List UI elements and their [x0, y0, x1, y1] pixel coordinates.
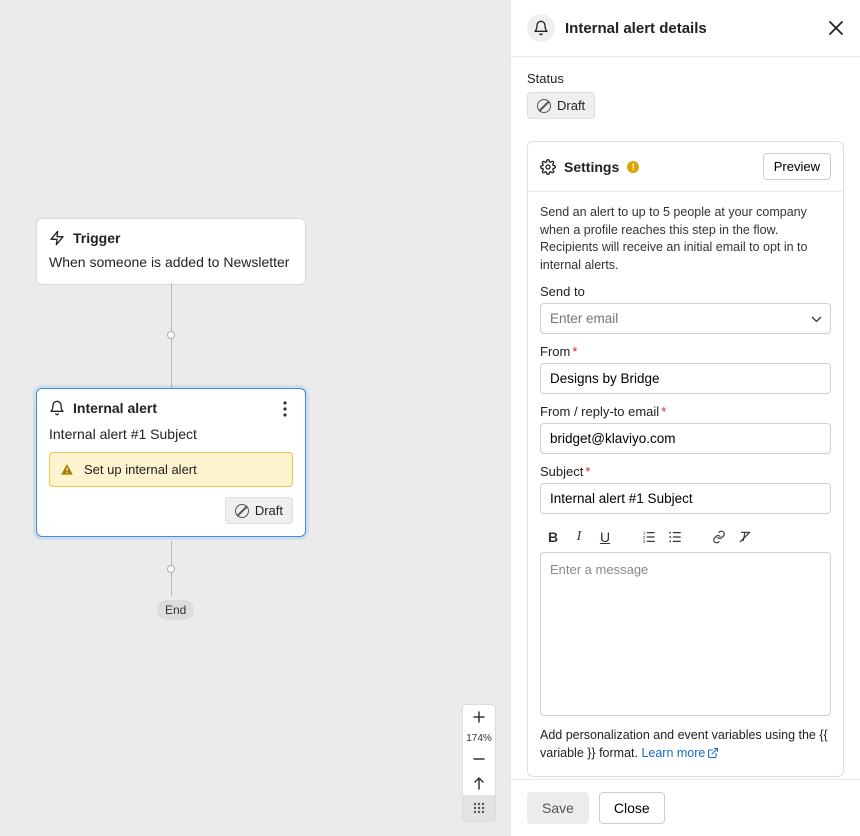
reply-to-input[interactable] [540, 423, 831, 454]
panel-header: Internal alert details [511, 0, 860, 57]
close-button[interactable]: Close [599, 792, 665, 824]
send-to-input[interactable] [540, 303, 831, 334]
settings-header: Settings Preview [528, 142, 843, 192]
editor-toolbar: B I U 123 [540, 522, 831, 552]
external-link-icon [707, 747, 719, 759]
panel-footer: Save Close [511, 779, 860, 836]
send-to-label: Send to [540, 284, 831, 299]
ordered-list-icon[interactable]: 123 [638, 526, 660, 548]
setup-alert-banner[interactable]: Set up internal alert [49, 452, 293, 487]
zoom-in-button[interactable] [463, 705, 495, 729]
internal-alert-card[interactable]: Internal alert Internal alert #1 Subject… [36, 388, 306, 537]
end-node: End [157, 600, 194, 620]
status-badge: Draft [527, 92, 595, 119]
italic-icon[interactable]: I [568, 526, 590, 548]
status-label: Status [527, 71, 844, 86]
details-panel: Internal alert details Status Draft Sett… [510, 0, 860, 836]
personalization-hint: Add personalization and event variables … [540, 727, 831, 762]
draft-status-icon [537, 99, 551, 113]
zoom-level: 174% [466, 729, 492, 747]
unordered-list-icon[interactable] [664, 526, 686, 548]
from-input[interactable] [540, 363, 831, 394]
bold-icon[interactable]: B [542, 526, 564, 548]
attention-badge-icon [627, 161, 639, 173]
zoom-out-button[interactable] [463, 747, 495, 771]
grid-button[interactable] [463, 795, 495, 821]
draft-badge-label: Draft [255, 503, 283, 518]
flow-canvas[interactable]: Trigger When someone is added to Newslet… [0, 0, 510, 836]
learn-more-link[interactable]: Learn more [641, 746, 719, 760]
trigger-title: Trigger [73, 230, 120, 246]
underline-icon[interactable]: U [594, 526, 616, 548]
from-label: From* [540, 344, 831, 359]
bell-icon [49, 400, 65, 416]
settings-description: Send an alert to up to 5 people at your … [540, 204, 831, 274]
message-input[interactable] [540, 552, 831, 716]
svg-text:3: 3 [643, 539, 646, 544]
status-value: Draft [557, 98, 585, 113]
reset-view-button[interactable] [463, 771, 495, 795]
connector-node[interactable] [167, 565, 175, 573]
close-icon[interactable] [828, 20, 844, 36]
clear-format-icon[interactable] [734, 526, 756, 548]
gear-icon [540, 159, 556, 175]
zoom-controls: 174% [462, 704, 496, 822]
subject-label: Subject* [540, 464, 831, 479]
save-button[interactable]: Save [527, 792, 589, 824]
draft-status-icon [235, 504, 249, 518]
settings-card: Settings Preview Send an alert to up to … [527, 141, 844, 777]
connector-node[interactable] [167, 331, 175, 339]
trigger-description: When someone is added to Newsletter [49, 254, 293, 270]
preview-button[interactable]: Preview [763, 153, 831, 180]
draft-badge: Draft [225, 497, 293, 524]
trigger-card[interactable]: Trigger When someone is added to Newslet… [36, 218, 306, 285]
bell-icon [527, 14, 555, 42]
link-icon[interactable] [708, 526, 730, 548]
panel-title: Internal alert details [565, 20, 818, 37]
more-icon[interactable] [277, 399, 293, 419]
alert-card-subject: Internal alert #1 Subject [49, 426, 293, 442]
setup-alert-text: Set up internal alert [84, 462, 197, 477]
lightning-icon [49, 230, 65, 246]
settings-title: Settings [564, 159, 619, 175]
panel-body: Status Draft Settings Preview Send an al… [511, 57, 860, 779]
reply-to-label: From / reply-to email* [540, 404, 831, 419]
alert-card-title: Internal alert [73, 400, 157, 416]
subject-input[interactable] [540, 483, 831, 514]
warning-icon [60, 463, 74, 477]
